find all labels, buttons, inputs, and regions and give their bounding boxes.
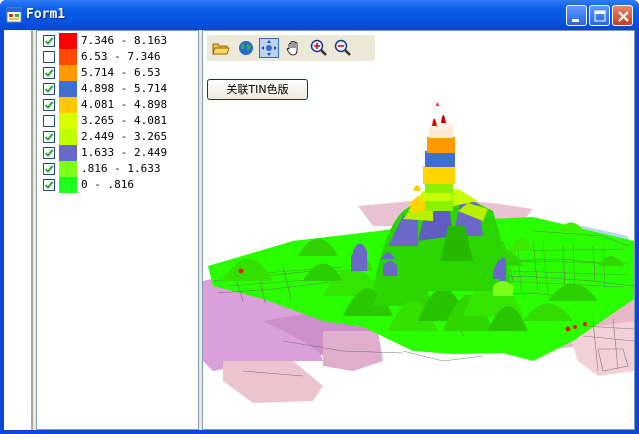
color-swatch bbox=[59, 65, 77, 81]
toc-item-label: 7.346 - 8.163 bbox=[81, 34, 168, 47]
app-icon[interactable] bbox=[6, 7, 22, 23]
check-icon bbox=[44, 85, 54, 93]
toc-item-label: 3.265 - 4.081 bbox=[81, 114, 168, 127]
toc-item[interactable]: 4.081 - 4.898 bbox=[43, 97, 198, 113]
toc-item-label: 0 - .816 bbox=[81, 178, 134, 191]
form1-window: Form1 7.346 - 8.163 6.53 - 7.346 5.714 - 6… bbox=[0, 0, 639, 434]
layer-checkbox[interactable] bbox=[43, 51, 55, 63]
toc-item[interactable]: 1.633 - 2.449 bbox=[43, 145, 198, 161]
toc-item-label: 4.898 - 5.714 bbox=[81, 82, 168, 95]
map-toolbar bbox=[207, 35, 375, 61]
close-button[interactable] bbox=[612, 5, 633, 26]
client-area: 7.346 - 8.163 6.53 - 7.346 5.714 - 6.53 4.8… bbox=[4, 30, 635, 430]
layer-checkbox[interactable] bbox=[43, 147, 55, 159]
color-swatch bbox=[59, 97, 77, 113]
layer-checkbox[interactable] bbox=[43, 131, 55, 143]
color-swatch bbox=[59, 49, 77, 65]
minimize-icon bbox=[572, 19, 579, 22]
color-swatch bbox=[59, 145, 77, 161]
color-swatch bbox=[59, 81, 77, 97]
landuse-polygon bbox=[223, 361, 323, 403]
layer-checkbox[interactable] bbox=[43, 99, 55, 111]
layer-checkbox[interactable] bbox=[43, 179, 55, 191]
left-panel bbox=[4, 30, 33, 430]
toc-item[interactable]: 0 - .816 bbox=[43, 177, 198, 193]
title-bar[interactable]: Form1 bbox=[0, 0, 639, 30]
hotspot-marker bbox=[565, 326, 571, 332]
pan-arrows-icon bbox=[261, 40, 277, 56]
toc-item[interactable]: 7.346 - 8.163 bbox=[43, 33, 198, 49]
toc-item[interactable]: 4.898 - 5.714 bbox=[43, 81, 198, 97]
table-of-contents[interactable]: 7.346 - 8.163 6.53 - 7.346 5.714 - 6.53 4.8… bbox=[36, 30, 199, 430]
color-swatch bbox=[59, 161, 77, 177]
map-view[interactable]: 关联TIN色版 bbox=[202, 30, 635, 430]
peak-tower bbox=[410, 102, 455, 213]
zoom-in-icon[interactable] bbox=[309, 38, 329, 58]
maximize-button[interactable] bbox=[589, 5, 610, 26]
toc-item[interactable]: 2.449 - 3.265 bbox=[43, 129, 198, 145]
check-icon bbox=[44, 133, 54, 141]
check-icon bbox=[44, 37, 54, 45]
hotspot-marker bbox=[238, 268, 244, 274]
toc-item[interactable]: .816 - 1.633 bbox=[43, 161, 198, 177]
landuse-polygon bbox=[323, 331, 383, 371]
close-icon bbox=[618, 11, 629, 22]
zoom-out-icon[interactable] bbox=[333, 38, 353, 58]
color-swatch bbox=[59, 129, 77, 145]
pan-arrows-button[interactable] bbox=[259, 38, 279, 58]
hotspot-marker bbox=[573, 325, 577, 329]
layer-checkbox[interactable] bbox=[43, 67, 55, 79]
check-icon bbox=[44, 181, 54, 189]
check-icon bbox=[44, 149, 54, 157]
color-swatch bbox=[59, 113, 77, 129]
associate-tin-colors-button[interactable]: 关联TIN色版 bbox=[207, 79, 308, 100]
layer-checkbox[interactable] bbox=[43, 35, 55, 47]
check-icon bbox=[44, 101, 54, 109]
hand-icon[interactable] bbox=[284, 38, 304, 58]
check-icon bbox=[44, 165, 54, 173]
toc-item-label: 6.53 - 7.346 bbox=[81, 50, 161, 63]
layer-checkbox[interactable] bbox=[43, 163, 55, 175]
open-folder-icon[interactable] bbox=[211, 38, 231, 58]
window-title: Form1 bbox=[26, 7, 66, 22]
toc-item-label: .816 - 1.633 bbox=[81, 162, 161, 175]
toc-item-label: 1.633 - 2.449 bbox=[81, 146, 168, 159]
maximize-icon bbox=[594, 10, 606, 22]
globe-icon[interactable] bbox=[236, 38, 256, 58]
layer-checkbox[interactable] bbox=[43, 115, 55, 127]
color-swatch bbox=[59, 177, 77, 193]
toc-item-label: 5.714 - 6.53 bbox=[81, 66, 161, 79]
toc-item[interactable]: 5.714 - 6.53 bbox=[43, 65, 198, 81]
hotspot-marker bbox=[583, 322, 587, 326]
minimize-button[interactable] bbox=[566, 5, 587, 26]
layer-checkbox[interactable] bbox=[43, 83, 55, 95]
check-icon bbox=[44, 69, 54, 77]
toc-item[interactable]: 6.53 - 7.346 bbox=[43, 49, 198, 65]
toc-item-label: 4.081 - 4.898 bbox=[81, 98, 168, 111]
color-swatch bbox=[59, 33, 77, 49]
toc-item[interactable]: 3.265 - 4.081 bbox=[43, 113, 198, 129]
toc-item-label: 2.449 - 3.265 bbox=[81, 130, 168, 143]
